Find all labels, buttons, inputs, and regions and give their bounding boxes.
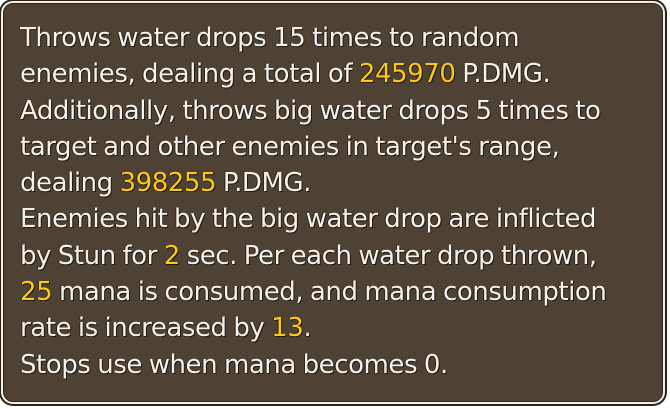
line-text: . — [303, 313, 312, 344]
stun-duration-value: 2 — [163, 240, 181, 271]
line-text: dealing — [20, 168, 120, 199]
line-text: target and other enemies in target's ran… — [20, 131, 560, 162]
line-text: mana is consumed, and mana consumption — [52, 277, 607, 308]
line-text: P.DMG. — [455, 59, 551, 90]
random-damage-value: 245970 — [358, 59, 456, 90]
description-line-4: target and other enemies in target's ran… — [20, 129, 660, 165]
description-line-3: Additionally, throws big water drops 5 t… — [20, 93, 660, 129]
line-text: sec. Per each water drop thrown, — [179, 240, 597, 271]
line-text: P.DMG. — [216, 168, 312, 199]
line-text: Additionally, throws big water drops 5 t… — [20, 95, 601, 126]
skill-description: Throws water drops 15 times to random en… — [20, 20, 660, 383]
mana-cost-value: 25 — [20, 277, 53, 308]
skill-tooltip: Throws water drops 15 times to random en… — [1, 1, 665, 404]
line-text: enemies, dealing a total of — [20, 59, 359, 90]
line-text: Enemies hit by the big water drop are in… — [20, 204, 597, 235]
description-line-1: Throws water drops 15 times to random — [20, 20, 660, 56]
description-line-5: dealing 398255 P.DMG. — [20, 165, 660, 201]
big-drop-damage-value: 398255 — [119, 168, 217, 199]
line-text: rate is increased by — [20, 313, 272, 344]
line-text: by Stun for — [20, 240, 164, 271]
line-text: Throws water drops 15 times to random — [20, 23, 520, 53]
description-line-7: by Stun for 2 sec. Per each water drop t… — [20, 238, 660, 274]
description-line-6: Enemies hit by the big water drop are in… — [20, 201, 660, 237]
description-line-8: 25 mana is consumed, and mana consumptio… — [20, 274, 660, 310]
description-line-10: Stops use when mana becomes 0. — [20, 347, 660, 383]
line-text: Stops use when mana becomes 0. — [20, 349, 448, 380]
description-line-9: rate is increased by 13. — [20, 310, 660, 346]
mana-rate-increase-value: 13 — [271, 313, 304, 344]
description-line-2: enemies, dealing a total of 245970 P.DMG… — [20, 56, 660, 92]
